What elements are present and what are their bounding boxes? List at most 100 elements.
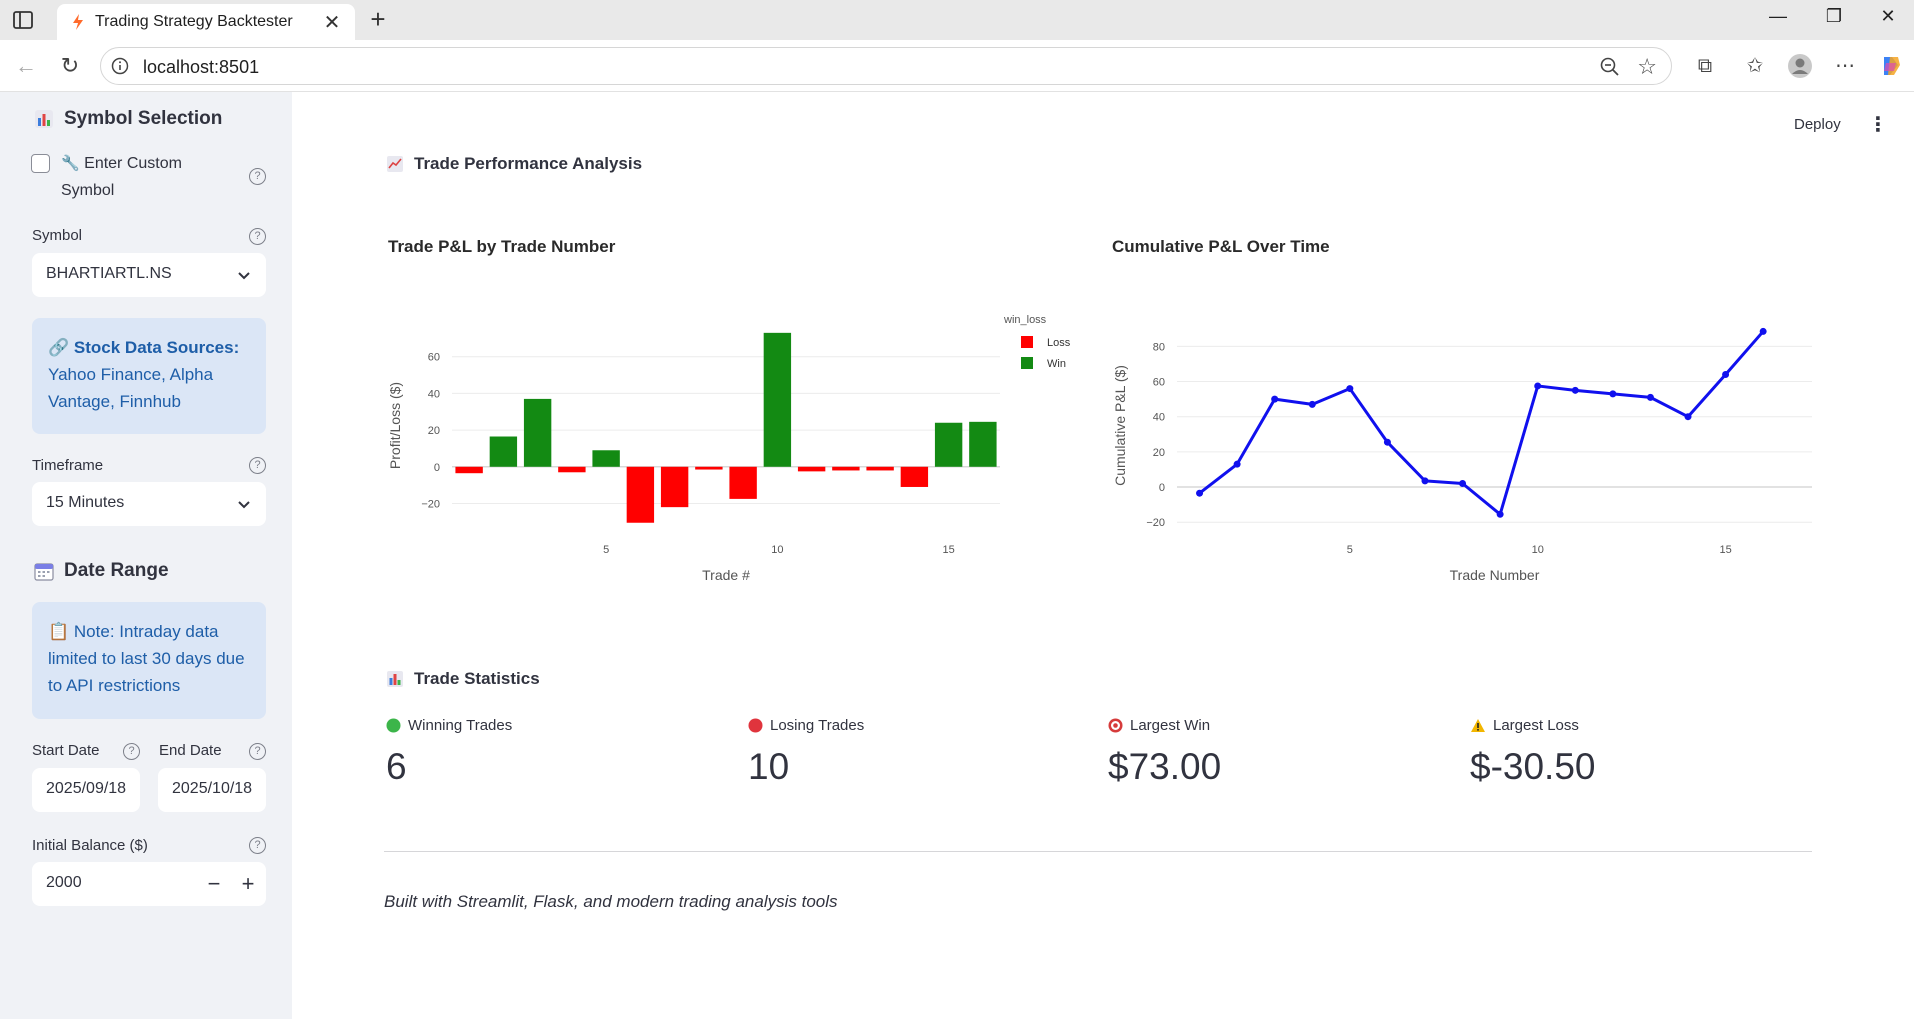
data-point (1722, 371, 1730, 379)
loss-bar (900, 466, 929, 487)
legend-loss-label: Loss (1047, 337, 1071, 349)
x-axis-label: Trade # (702, 567, 750, 583)
more-options-icon[interactable]: ⋯ (1832, 53, 1858, 79)
help-icon[interactable]: ? (249, 743, 266, 760)
cumulative-pnl-line-chart: −20 0 20 40 60 80 5 10 15 Trade Number Cumulative … (1112, 327, 1812, 583)
y-tick-label: 20 (1153, 447, 1165, 459)
data-point (1646, 393, 1654, 401)
data-point (1233, 460, 1241, 468)
new-tab-button[interactable]: + (364, 4, 392, 36)
data-sources-info: 🔗 Stock Data Sources: Yahoo Finance, Alp… (32, 318, 266, 434)
legend-title: win_loss (1003, 314, 1047, 326)
data-point (1759, 327, 1767, 335)
metric-losing-trades: Losing Trades 10 (748, 714, 864, 788)
line-chart-title: Cumulative P&L Over Time (1112, 237, 1330, 256)
tab-title: Trading Strategy Backtester (95, 13, 293, 30)
tab-actions-icon[interactable] (12, 10, 34, 30)
y-tick-label: −20 (421, 498, 440, 510)
help-icon[interactable]: ? (249, 457, 266, 474)
loss-bar (866, 466, 894, 471)
x-tick-label: 10 (1532, 544, 1544, 556)
help-icon[interactable]: ? (249, 168, 266, 185)
close-tab-icon[interactable]: ✕ (321, 10, 343, 35)
y-tick-label: 60 (1153, 377, 1165, 389)
legend-win-swatch (1021, 357, 1033, 369)
data-point (1308, 400, 1316, 408)
metric-label: Largest Loss (1493, 716, 1579, 734)
clipboard-icon: 📋 (48, 622, 70, 641)
y-tick-label: 40 (1153, 412, 1165, 424)
x-tick-label: 15 (943, 544, 955, 556)
data-point (1496, 510, 1504, 518)
y-tick-label: 40 (428, 388, 440, 400)
end-date-input[interactable]: 2025/10/18 (158, 768, 266, 812)
x-tick-label: 5 (603, 544, 609, 556)
browser-tab[interactable]: Trading Strategy Backtester ✕ (57, 4, 355, 40)
favorites-icon[interactable]: ✩ (1742, 53, 1768, 79)
deploy-button[interactable]: Deploy (1794, 116, 1841, 133)
start-date-label: Start Date (32, 742, 100, 759)
bar-chart-icon (387, 671, 403, 687)
sidebar: Symbol Selection 🔧 Enter Custom Symbol ?… (0, 92, 292, 1019)
start-date-input[interactable]: 2025/09/18 (32, 768, 140, 812)
decrement-button[interactable]: − (198, 868, 230, 900)
increment-button[interactable]: + (232, 868, 264, 900)
minimize-window-icon[interactable]: — (1758, 6, 1798, 34)
trade-pnl-bar-chart: −20 0 20 40 60 5 10 15 Trade # Profit/Loss ($) win… (387, 314, 1071, 583)
initial-balance-value[interactable]: 2000 (46, 874, 82, 892)
end-date-label: End Date (159, 742, 222, 759)
custom-symbol-checkbox[interactable] (31, 154, 50, 173)
data-point (1534, 382, 1542, 390)
y-tick-label: 80 (1153, 341, 1165, 353)
metric-winning-trades: Winning Trades 6 (386, 714, 512, 788)
green-circle-icon (386, 718, 401, 732)
help-icon[interactable]: ? (249, 228, 266, 245)
copilot-icon[interactable] (1878, 53, 1904, 79)
data-point (1459, 480, 1467, 488)
data-sources-title: Stock Data Sources: (73, 338, 240, 357)
y-axis-label: Profit/Loss ($) (387, 382, 403, 469)
help-icon[interactable]: ? (249, 837, 266, 854)
data-sources-text: Yahoo Finance, Alpha Vantage, Finnhub (48, 365, 214, 411)
x-tick-label: 10 (771, 544, 783, 556)
restore-window-icon[interactable]: ❐ (1814, 6, 1854, 34)
metric-value: $73.00 (1108, 746, 1222, 787)
url-text[interactable]: localhost:8501 (143, 57, 259, 78)
data-point (1684, 413, 1692, 421)
trade-statistics-heading: Trade Statistics (386, 669, 540, 689)
timeframe-select[interactable]: 15 Minutes (32, 482, 266, 526)
site-info-icon[interactable] (111, 57, 129, 75)
win-bar (592, 450, 620, 467)
x-tick-label: 15 (1719, 544, 1731, 556)
date-range-heading: Date Range (34, 560, 169, 582)
zoom-out-icon[interactable] (1599, 56, 1621, 78)
timeframe-label: Timeframe (32, 457, 104, 474)
data-point (1271, 395, 1279, 403)
symbol-select[interactable]: BHARTIARTL.NS (32, 253, 266, 297)
data-point (1571, 386, 1579, 394)
favorite-star-icon[interactable]: ☆ (1637, 54, 1657, 80)
legend-win-label: Win (1047, 358, 1066, 370)
metric-largest-win: Largest Win $73.00 (1108, 714, 1221, 788)
profile-avatar-icon[interactable] (1787, 53, 1813, 79)
stats-title-text: Trade Statistics (414, 669, 540, 688)
loss-bar (797, 466, 826, 472)
reload-icon[interactable]: ↻ (56, 52, 84, 80)
back-icon[interactable]: ← (12, 52, 40, 80)
main-menu-icon[interactable]: ⋮ (1868, 114, 1888, 136)
address-bar[interactable]: localhost:8501 ☆ (100, 47, 1672, 85)
chart-increasing-icon (387, 156, 403, 172)
close-window-icon[interactable]: ✕ (1868, 6, 1908, 34)
symbol-selection-title: Symbol Selection (64, 108, 223, 129)
win-bar (934, 422, 963, 467)
start-date-value: 2025/09/18 (46, 780, 127, 797)
initial-balance-input[interactable]: 2000 − + (32, 862, 266, 906)
loss-bar (558, 466, 586, 473)
win-bar (763, 332, 792, 467)
loss-bar (455, 466, 483, 474)
end-date-value: 2025/10/18 (172, 780, 253, 797)
custom-symbol-label[interactable]: 🔧 Enter Custom Symbol (61, 150, 221, 204)
extensions-icon[interactable]: ⧉ (1692, 53, 1718, 79)
symbol-label: Symbol (32, 227, 83, 244)
help-icon[interactable]: ? (123, 743, 140, 760)
